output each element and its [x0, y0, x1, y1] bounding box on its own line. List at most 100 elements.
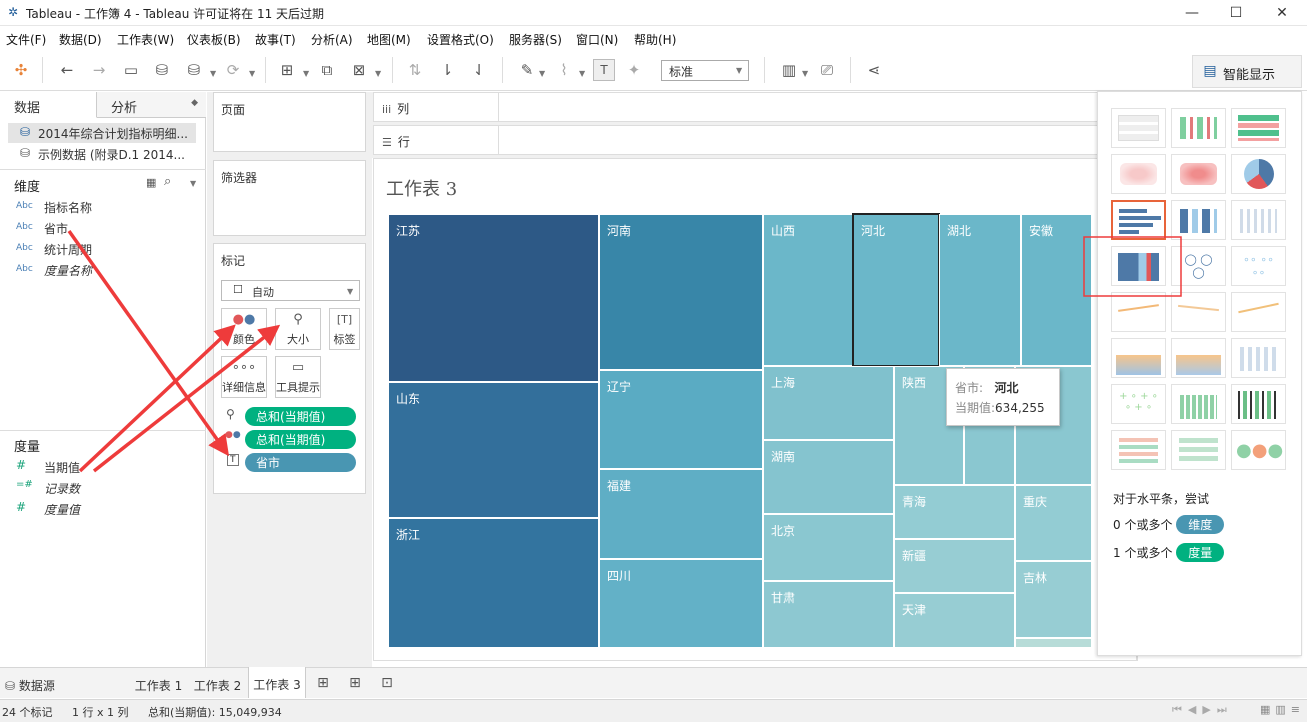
treemap-tile-福建[interactable]: 福建: [599, 469, 763, 559]
menu-help[interactable]: 帮助(H): [634, 31, 676, 48]
treemap-tile-河北[interactable]: 河北: [852, 213, 940, 367]
show-me-box-whisker[interactable]: [1231, 384, 1286, 424]
treemap-tile-江苏[interactable]: 江苏: [388, 214, 599, 382]
sheet-tab[interactable]: 工作表 1: [130, 668, 187, 698]
pause-dropdown-caret[interactable]: ▼: [210, 69, 216, 78]
show-me-area-continuous[interactable]: [1111, 338, 1166, 378]
menu-file[interactable]: 文件(F): [6, 31, 46, 48]
show-me-area-discrete[interactable]: [1171, 338, 1226, 378]
new-sheet-dropdown-caret[interactable]: ▼: [303, 69, 309, 78]
show-me-button[interactable]: ▤ 智能显示: [1192, 55, 1302, 88]
menu-data[interactable]: 数据(D): [59, 31, 102, 48]
share-icon[interactable]: ⋖: [863, 59, 885, 81]
color-button[interactable]: ●● 颜色: [221, 308, 267, 350]
menu-story[interactable]: 故事(T): [255, 31, 296, 48]
treemap-tile-青海[interactable]: 青海: [894, 485, 1015, 539]
show-me-treemap[interactable]: [1111, 246, 1166, 286]
pin-icon[interactable]: ✦: [623, 59, 645, 81]
maximize-button[interactable]: ☐: [1213, 0, 1259, 26]
treemap-tile-湖南[interactable]: 湖南: [763, 440, 894, 514]
treemap-tile-河南[interactable]: 河南: [599, 214, 763, 370]
show-cards-icon[interactable]: ▥: [778, 59, 800, 81]
datasource-item[interactable]: ⛁ 2014年综合计划指标明细...: [8, 123, 196, 143]
labels-icon[interactable]: T: [593, 59, 615, 81]
menu-worksheet[interactable]: 工作表(W): [117, 31, 174, 48]
menu-map[interactable]: 地图(M): [367, 31, 411, 48]
refresh-dropdown-caret[interactable]: ▼: [249, 69, 255, 78]
treemap-tile-安徽[interactable]: 安徽: [1021, 214, 1092, 366]
list-view-icon[interactable]: ▦: [146, 176, 156, 189]
pause-update-icon[interactable]: ⛁: [183, 59, 205, 81]
label-button[interactable]: [T] 标签: [329, 308, 360, 350]
show-me-heat-map[interactable]: [1171, 108, 1226, 148]
show-me-text-table[interactable]: [1111, 108, 1166, 148]
tab-analysis[interactable]: 分析 ◆: [97, 92, 206, 118]
show-me-dual-lines[interactable]: [1231, 292, 1286, 332]
highlight-dropdown-caret[interactable]: ▼: [539, 69, 545, 78]
show-me-side-by-side-circles[interactable]: ∘∘ ∘∘ ∘∘: [1231, 246, 1286, 286]
show-me-bullet-graph[interactable]: [1171, 430, 1226, 470]
show-me-symbol-map[interactable]: [1111, 154, 1166, 194]
highlight-icon[interactable]: ✎: [516, 59, 538, 81]
sort-descending-icon[interactable]: ⇃: [468, 59, 490, 81]
sheet-tab-active[interactable]: 工作表 3: [248, 667, 306, 698]
menu-window[interactable]: 窗口(N): [576, 31, 618, 48]
filters-card[interactable]: 筛选器: [213, 160, 366, 236]
show-me-packed-bubbles[interactable]: ●●●: [1231, 430, 1286, 470]
minimize-button[interactable]: —: [1169, 0, 1215, 26]
dimension-field[interactable]: Abc 度量名称: [16, 261, 196, 281]
view-mode-icons[interactable]: ▦▥≡: [1260, 703, 1305, 716]
show-me-stacked-bars[interactable]: [1171, 200, 1226, 240]
sheet-tab[interactable]: 工作表 2: [189, 668, 246, 698]
show-me-lines-discrete[interactable]: [1171, 292, 1226, 332]
new-datasource-icon[interactable]: ⛁: [151, 59, 173, 81]
measure-field[interactable]: # 当期值: [16, 458, 196, 478]
show-me-horizontal-bars[interactable]: [1111, 200, 1166, 240]
treemap-tile-辽宁[interactable]: 辽宁: [599, 370, 763, 469]
show-me-filled-map[interactable]: [1171, 154, 1226, 194]
treemap-tile-山西[interactable]: 山西: [763, 214, 853, 366]
group-icon[interactable]: ⌇: [553, 59, 575, 81]
presentation-icon[interactable]: ⎚: [816, 59, 838, 81]
undo-icon[interactable]: ←: [56, 59, 78, 81]
size-button[interactable]: ⚲ 大小: [275, 308, 321, 350]
clear-sheet-icon[interactable]: ⊠: [348, 59, 370, 81]
show-me-side-by-side-bars[interactable]: [1231, 200, 1286, 240]
treemap-tile-山东[interactable]: 山东: [388, 382, 599, 518]
datasource-tab[interactable]: ⛁ 数据源: [0, 668, 76, 698]
label-pill[interactable]: 省市: [245, 453, 356, 472]
treemap-tile-浙江[interactable]: 浙江: [388, 518, 599, 648]
show-me-gantt-chart[interactable]: [1111, 430, 1166, 470]
show-me-pie-chart[interactable]: [1231, 154, 1286, 194]
tab-navigation-icons[interactable]: ⏮◀▶⏭: [1172, 703, 1233, 717]
size-pill[interactable]: 总和(当期值): [245, 407, 356, 426]
columns-shelf[interactable]: iii 列: [373, 92, 1098, 122]
show-me-highlight-table[interactable]: [1231, 108, 1286, 148]
search-icon[interactable]: ⌕: [164, 174, 171, 189]
color-pill[interactable]: 总和(当期值): [245, 430, 356, 449]
refresh-icon[interactable]: ⟳: [222, 59, 244, 81]
mark-type-select[interactable]: ☐ 自动 ▼: [221, 280, 360, 301]
new-sheet-icon[interactable]: ⊞: [276, 59, 298, 81]
new-story-icon[interactable]: ⊡: [376, 673, 398, 693]
treemap-tile-重庆[interactable]: 重庆: [1015, 485, 1092, 561]
menu-dashboard[interactable]: 仪表板(B): [187, 31, 241, 48]
detail-button[interactable]: ∘∘∘ 详细信息: [221, 356, 267, 398]
dimensions-menu-caret[interactable]: ▼: [190, 179, 196, 188]
redo-icon[interactable]: →: [88, 59, 110, 81]
treemap-tile-北京[interactable]: 北京: [763, 514, 894, 581]
group-dropdown-caret[interactable]: ▼: [579, 69, 585, 78]
new-dashboard-icon[interactable]: ⊞: [344, 673, 366, 693]
tooltip-button[interactable]: ▭ 工具提示: [275, 356, 321, 398]
treemap-tile-天津[interactable]: 天津: [894, 593, 1015, 648]
treemap-tile-湖北[interactable]: 湖北: [939, 214, 1021, 366]
pages-card[interactable]: 页面: [213, 92, 366, 152]
treemap-tile-甘肃[interactable]: 甘肃: [763, 581, 894, 648]
sort-ascending-icon[interactable]: ⇂: [436, 59, 458, 81]
menu-analysis[interactable]: 分析(A): [311, 31, 353, 48]
measure-field[interactable]: # 度量值: [16, 500, 196, 520]
dimension-field[interactable]: Abc 指标名称: [16, 198, 196, 218]
clear-dropdown-caret[interactable]: ▼: [375, 69, 381, 78]
close-button[interactable]: ✕: [1259, 0, 1305, 26]
treemap-tile-上海[interactable]: 上海: [763, 366, 894, 440]
